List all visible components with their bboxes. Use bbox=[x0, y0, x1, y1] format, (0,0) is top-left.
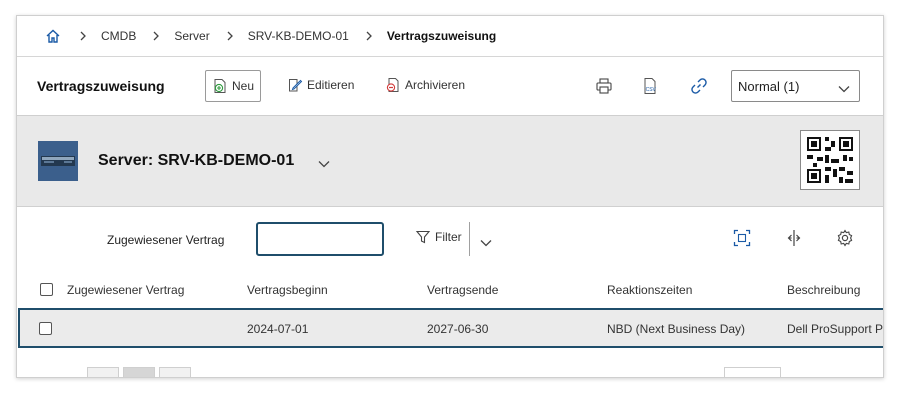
archive-button-label: Archivieren bbox=[405, 78, 466, 92]
breadcrumb: CMDB Server SRV-KB-DEMO-01 Vertragszuwei… bbox=[17, 16, 883, 57]
toolbar: Vertragszuweisung Neu Editieren Archivie… bbox=[17, 57, 883, 116]
edit-icon bbox=[289, 79, 303, 92]
divider bbox=[469, 222, 470, 256]
column-header-end[interactable]: Vertragsende bbox=[427, 283, 498, 297]
chevron-down-icon[interactable] bbox=[480, 234, 492, 252]
column-header-contract[interactable]: Zugewiesener Vertrag bbox=[67, 283, 184, 297]
row-checkbox[interactable] bbox=[39, 322, 52, 335]
funnel-icon bbox=[415, 230, 431, 244]
object-header: Server: SRV-KB-DEMO-01 bbox=[17, 116, 883, 207]
new-button-label: Neu bbox=[232, 79, 255, 93]
print-icon[interactable] bbox=[595, 77, 613, 95]
svg-text:CSV: CSV bbox=[646, 87, 657, 93]
filter-button-label: Filter bbox=[435, 230, 462, 244]
column-header-start[interactable]: Vertragsbeginn bbox=[247, 283, 328, 297]
view-select[interactable]: Normal (1) bbox=[731, 70, 860, 102]
filter-button[interactable]: Filter bbox=[415, 229, 462, 245]
home-icon[interactable] bbox=[45, 27, 63, 45]
csv-export-icon[interactable]: CSV bbox=[641, 77, 659, 95]
pager-next-button[interactable] bbox=[159, 367, 191, 377]
filter-label: Zugewiesener Vertrag bbox=[107, 233, 225, 247]
pager-first-button[interactable] bbox=[87, 367, 119, 377]
object-title: Server: SRV-KB-DEMO-01 bbox=[98, 152, 295, 169]
page-title: Vertragszuweisung bbox=[37, 78, 165, 94]
server-image bbox=[38, 141, 78, 181]
view-select-value: Normal (1) bbox=[738, 78, 800, 94]
cell-reaction: NBD (Next Business Day) bbox=[607, 322, 746, 336]
gear-icon[interactable] bbox=[836, 229, 854, 252]
page-size-select[interactable] bbox=[724, 367, 781, 377]
chevron-down-icon[interactable] bbox=[318, 155, 330, 173]
edit-button-label: Editieren bbox=[307, 78, 355, 92]
cell-description: Dell ProSupport P bbox=[787, 322, 884, 336]
breadcrumb-item-server[interactable]: Server bbox=[174, 29, 209, 43]
new-button[interactable]: Neu bbox=[205, 70, 262, 102]
table-row[interactable]: 2024-07-01 2027-06-30 NBD (Next Business… bbox=[18, 308, 884, 348]
app-window: CMDB Server SRV-KB-DEMO-01 Vertragszuwei… bbox=[16, 15, 884, 378]
chevron-down-icon bbox=[838, 81, 850, 96]
breadcrumb-item-object[interactable]: SRV-KB-DEMO-01 bbox=[248, 29, 349, 43]
add-document-icon bbox=[214, 79, 226, 93]
filter-input[interactable] bbox=[256, 222, 384, 256]
breadcrumb-item-current: Vertragszuweisung bbox=[386, 29, 497, 43]
cell-end: 2027-06-30 bbox=[427, 322, 489, 336]
column-header-description[interactable]: Beschreibung bbox=[787, 283, 860, 297]
cell-start: 2024-07-01 bbox=[247, 322, 309, 336]
chevron-right-icon bbox=[365, 31, 375, 41]
table-header: Zugewiesener Vertrag Vertragsbeginn Vert… bbox=[17, 270, 883, 308]
column-width-icon[interactable] bbox=[785, 229, 803, 252]
chevron-right-icon bbox=[226, 31, 236, 41]
pager-current-button[interactable] bbox=[123, 367, 155, 377]
archive-button[interactable]: Archivieren bbox=[385, 70, 465, 100]
link-icon[interactable] bbox=[690, 77, 708, 95]
filter-bar: Zugewiesener Vertrag Filter bbox=[17, 207, 883, 269]
edit-button[interactable]: Editieren bbox=[287, 70, 354, 100]
qr-code[interactable] bbox=[800, 130, 860, 190]
archive-icon bbox=[386, 78, 399, 92]
fullscreen-icon[interactable] bbox=[733, 229, 751, 252]
column-header-reaction[interactable]: Reaktionszeiten bbox=[607, 283, 692, 297]
chevron-right-icon bbox=[79, 31, 89, 41]
breadcrumb-item-cmdb[interactable]: CMDB bbox=[101, 29, 136, 43]
select-all-checkbox[interactable] bbox=[40, 283, 53, 296]
chevron-right-icon bbox=[152, 31, 162, 41]
